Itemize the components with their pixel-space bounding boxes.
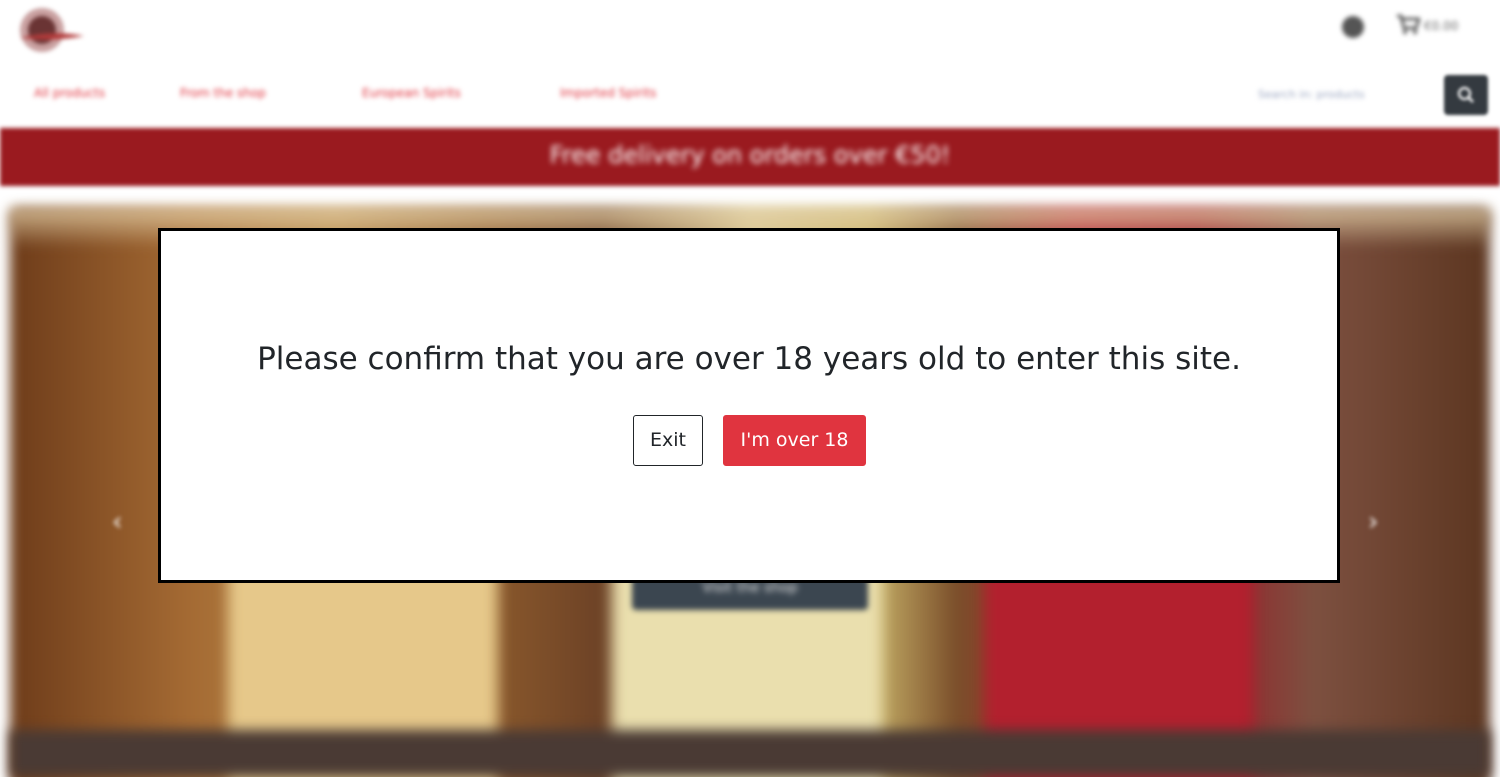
nav-item-from-the-shop[interactable]: From the shop — [180, 86, 266, 100]
promo-banner-text: Free delivery on orders over €50! — [549, 141, 951, 169]
nav-item-european-spirits[interactable]: European Spirits — [362, 86, 461, 100]
search-button[interactable] — [1444, 75, 1488, 115]
chevron-left-icon[interactable]: ‹ — [112, 507, 122, 537]
search-category-select[interactable]: Search in: products — [1258, 88, 1365, 101]
site-logo[interactable] — [12, 4, 86, 56]
hero-bottom-band — [10, 730, 1490, 777]
cart-icon[interactable] — [1396, 14, 1420, 36]
account-icon[interactable] — [1342, 16, 1364, 38]
age-verification-modal: Please confirm that you are over 18 year… — [158, 228, 1340, 583]
exit-button[interactable]: Exit — [633, 415, 703, 466]
nav-item-all-products[interactable]: All products — [34, 86, 105, 100]
cart-total[interactable]: €0.00 — [1424, 19, 1458, 33]
nav-item-imported-spirits[interactable]: Imported Spirits — [560, 86, 656, 100]
search-icon — [1457, 86, 1474, 103]
confirm-age-button[interactable]: I'm over 18 — [723, 415, 866, 466]
chevron-right-icon[interactable]: › — [1368, 507, 1378, 537]
site-header: €0.00 — [0, 0, 1500, 62]
age-verification-message: Please confirm that you are over 18 year… — [257, 341, 1241, 377]
